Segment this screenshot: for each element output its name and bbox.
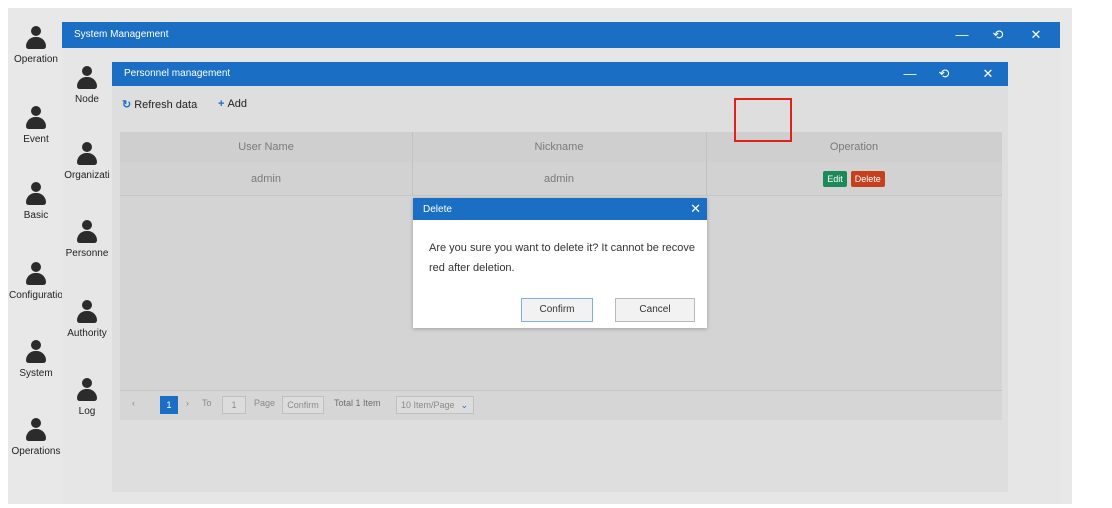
refresh-icon: ↻ [122,99,132,111]
cell-nickname: admin [544,172,574,185]
sidebar-item-label: Basic [23,210,49,221]
sidebar-item-event[interactable]: Event [8,106,64,166]
personnel-window-title: Personnel management [124,68,231,79]
sidebar-item-operations[interactable]: Operations [8,418,64,478]
user-icon [25,418,47,442]
column-divider [412,132,413,196]
user-icon [76,220,98,244]
user-icon [25,340,47,364]
sub-sidebar-item-log[interactable]: Log [62,378,112,438]
cell-operation: Edit Delete [706,162,1002,195]
pagination: ‹ 1 › To 1 Page Confirm Total 1 Item 10 … [120,390,1002,420]
sub-sidebar-item-personnel[interactable]: Personne [62,220,112,280]
page-size-select[interactable]: 10 Item/Page ⌄ [396,396,474,414]
chevron-down-icon: ⌄ [460,400,468,410]
refresh-data-label: Refresh data [134,99,198,111]
sub-sidebar-item-label: Log [78,406,96,417]
user-icon [76,142,98,166]
prev-page-icon[interactable]: ‹ [132,398,135,408]
delete-highlight-box [734,98,792,142]
sub-sidebar-item-label: Personne [65,248,109,259]
current-page-button[interactable]: 1 [160,396,178,414]
sidebar-item-basic[interactable]: Basic [8,182,64,242]
restore-icon[interactable]: ⟲ [932,62,956,86]
personnel-window-titlebar: Personnel management — ⟲ ✕ [112,62,1008,86]
system-window-title: System Management [74,29,169,40]
sub-sidebar-item-label: Authority [67,328,107,339]
sub-sidebar-item-node[interactable]: Node [62,66,112,126]
sidebar-item-label: Event [23,134,49,145]
sub-sidebar-item-authority[interactable]: Authority [62,300,112,360]
column-header-nickname: Nickname [534,141,584,153]
user-icon [25,106,47,130]
user-icon [25,262,47,286]
user-icon [25,26,47,50]
column-header-user-name: User Name [238,141,294,153]
confirm-button[interactable]: Confirm [521,298,593,322]
cell-user-name: admin [251,172,281,185]
close-icon[interactable]: ✕ [1024,22,1048,48]
delete-button[interactable]: Delete [850,170,885,187]
minimize-icon[interactable]: — [950,22,974,48]
sidebar-item-label: Configuratio [9,290,63,301]
refresh-data-button[interactable]: ↻ Refresh data [122,98,197,111]
sidebar-item-label: Operations [11,446,61,457]
sidebar-item-label: Operation [14,54,58,65]
user-icon [25,182,47,206]
user-icon [76,66,98,90]
cancel-button[interactable]: Cancel [615,298,695,322]
restore-icon[interactable]: ⟲ [986,22,1010,48]
close-icon[interactable]: ✕ [690,201,701,217]
user-icon [76,378,98,402]
edit-button[interactable]: Edit [823,170,847,187]
dialog-titlebar: Delete ✕ [413,198,707,220]
delete-dialog: Delete ✕ Are you sure you want to delete… [413,198,707,328]
minimize-icon[interactable]: — [898,62,922,86]
user-icon [76,300,98,324]
sub-sidebar-item-label: Organizati [64,170,110,181]
column-divider [706,132,707,196]
sidebar-item-system[interactable]: System [8,340,64,400]
table-row: admin admin Edit Delete [120,162,1002,196]
sub-sidebar-item-organization[interactable]: Organizati [62,142,112,202]
table-header: User Name Nickname Operation [120,132,1002,162]
page-jump-confirm-button[interactable]: Confirm [282,396,324,414]
page-size-value: 10 Item/Page [401,400,455,410]
total-items-text: Total 1 Item [334,398,381,408]
sidebar-item-configuration[interactable]: Configuratio [8,262,64,322]
plus-icon: + [218,98,225,110]
close-icon[interactable]: ✕ [976,62,1000,86]
page-label: Page [254,398,276,408]
sub-sidebar-item-label: Node [75,94,99,105]
next-page-icon[interactable]: › [186,398,189,408]
screen: Operation Event Basic Configuratio Syste… [0,0,1112,508]
dialog-title: Delete [423,204,452,215]
sidebar-item-operation[interactable]: Operation [8,26,64,86]
add-button[interactable]: + Add [218,98,247,110]
to-label: To [202,398,212,408]
sidebar-item-label: System [19,368,53,379]
page-jump-input[interactable]: 1 [222,396,246,414]
dialog-message: Are you sure you want to delete it? It c… [429,242,695,274]
system-window-titlebar: System Management — ⟲ ✕ [62,22,1060,48]
add-label: Add [227,98,248,110]
